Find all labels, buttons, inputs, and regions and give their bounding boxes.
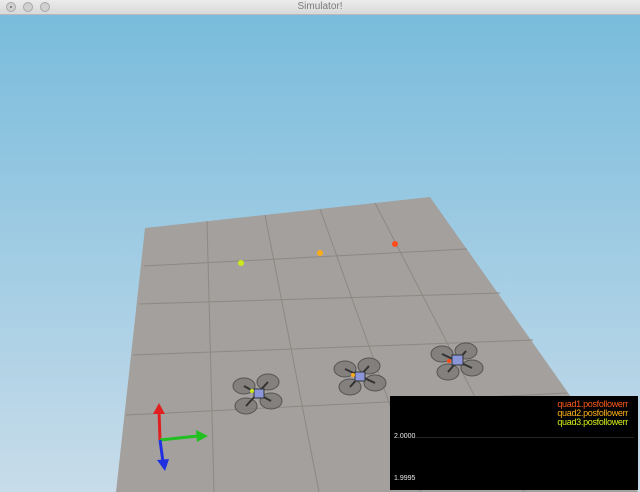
graph-tick-label: 2.0000 <box>394 433 416 440</box>
error-graph-panel: quad1.posfollowerr quad2.posfollowerr qu… <box>390 396 638 490</box>
graph-tick-label: 1.9995 <box>394 475 416 482</box>
graph-gridline <box>414 437 634 438</box>
graph-legend-quad3: quad3.posfollowerr <box>557 417 628 427</box>
quad2-target-marker <box>317 250 323 256</box>
quad1-target-marker <box>392 241 398 247</box>
window-title: Simulator! <box>297 1 343 12</box>
title-bar: Simulator! <box>0 0 640 15</box>
quad2-drone <box>333 357 387 396</box>
quad3-target-marker <box>238 260 244 266</box>
quad1-drone <box>430 342 484 381</box>
